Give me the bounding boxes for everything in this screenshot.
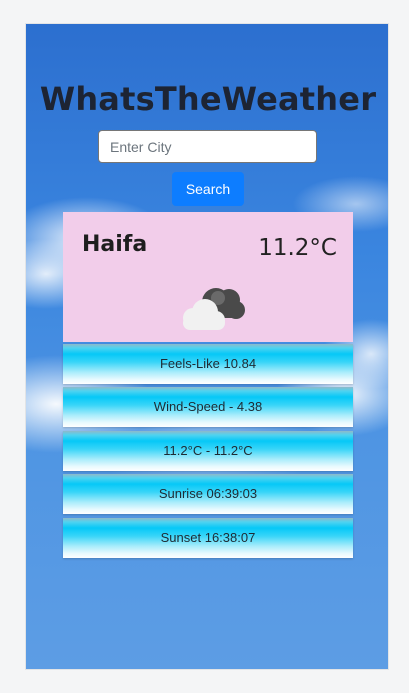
feels-like-stat: Feels-Like 10.84 bbox=[63, 344, 353, 384]
app-container: WhatsTheWeather Search Haifa 11.2°C bbox=[25, 23, 389, 670]
app-title: WhatsTheWeather bbox=[39, 80, 377, 118]
search-button[interactable]: Search bbox=[172, 172, 244, 206]
temperature-range-stat: 11.2°C - 11.2°C bbox=[63, 431, 353, 471]
sunset-stat: Sunset 16:38:07 bbox=[63, 518, 353, 558]
temperature-value: 11.2°C bbox=[258, 235, 337, 261]
city-name: Haifa bbox=[82, 232, 148, 257]
city-search-input[interactable] bbox=[98, 130, 317, 163]
wind-speed-stat: Wind-Speed - 4.38 bbox=[63, 387, 353, 427]
cloudy-icon bbox=[183, 288, 245, 330]
sunrise-stat: Sunrise 06:39:03 bbox=[63, 474, 353, 514]
weather-card: Haifa 11.2°C bbox=[63, 212, 353, 342]
